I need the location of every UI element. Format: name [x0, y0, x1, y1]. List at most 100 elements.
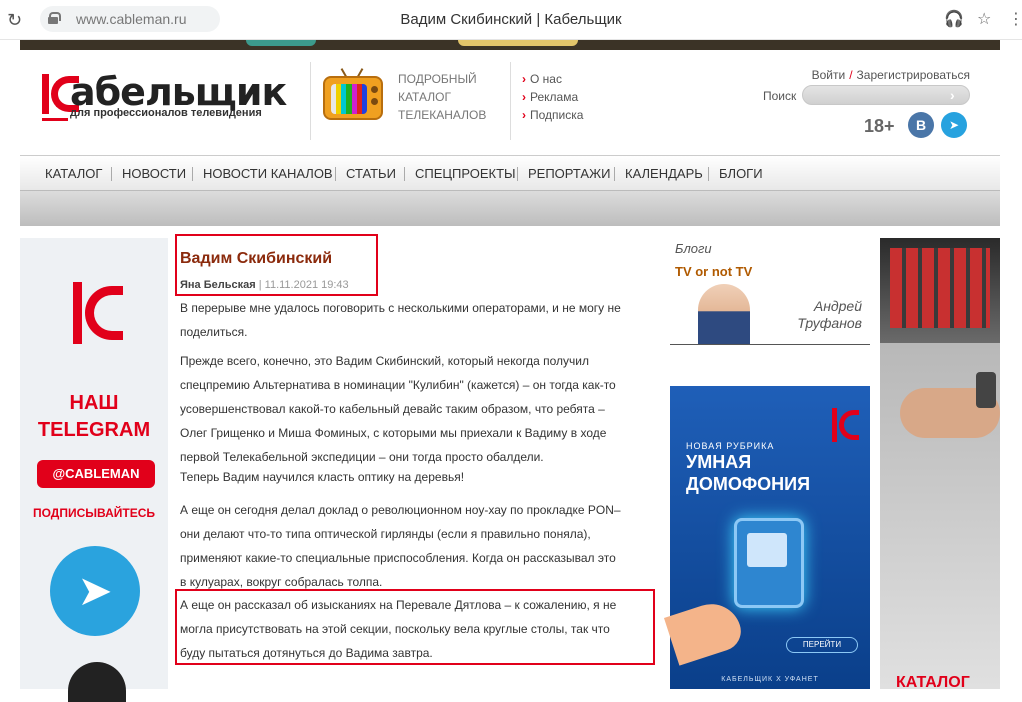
ad-heading-line: УМНАЯ — [686, 452, 752, 472]
nav-separator — [335, 167, 336, 181]
logo-k-icon[interactable] — [42, 74, 79, 114]
telegram-icon[interactable]: ➤ — [941, 112, 967, 138]
nav-separator — [404, 167, 405, 181]
arrow-right-icon: › — [522, 72, 526, 86]
logo-underline — [42, 118, 68, 121]
catalog-link[interactable]: ПОДРОБНЫЙ КАТАЛОГ ТЕЛЕКАНАЛОВ — [398, 70, 486, 124]
site-header: абельщик для профессионалов телевидения … — [20, 50, 1000, 155]
article-paragraph: В перерыве мне удалось поговорить с неск… — [180, 296, 660, 344]
browser-menu-icon[interactable]: ⋮ — [1008, 9, 1022, 28]
blogs-label: Блоги — [675, 241, 712, 256]
catalog-line: КАТАЛОГ — [398, 90, 451, 104]
nav-item-catalog[interactable]: КАТАЛОГ — [45, 166, 102, 181]
meta-separator: | — [258, 279, 262, 291]
ad-heading-line: НАШ — [69, 392, 119, 414]
top-banner-shape — [458, 40, 578, 46]
header-divider — [310, 62, 311, 140]
nav-item-channel-news[interactable]: НОВОСТИ КАНАЛОВ — [203, 166, 333, 181]
auth-links: Войти / Зарегистрироваться — [812, 68, 970, 82]
age-rating: 18+ — [864, 116, 895, 136]
telegram-icon[interactable]: ➤ — [50, 546, 140, 636]
paragraph-line: спецпремию Альтернатива в номинации "Кул… — [180, 378, 616, 392]
paragraph-line: буду пытаться дотянуться до Вадима завтр… — [180, 646, 433, 660]
nav-separator — [517, 167, 518, 181]
ad-caption: КАТАЛОГ — [896, 674, 970, 689]
nav-item-articles[interactable]: СТАТЬИ — [346, 166, 396, 181]
logo-k-icon — [832, 408, 859, 442]
blogs-widget: Блоги TV or not TV Андрей Труфанов — [670, 238, 870, 348]
tv-knob — [371, 86, 378, 93]
ad-decoration — [68, 662, 126, 702]
tv-color-bar — [361, 84, 367, 114]
search-go-icon[interactable]: › — [950, 87, 955, 103]
nav-item-special-projects[interactable]: СПЕЦПРОЕКТЫ — [415, 166, 516, 181]
nav-separator — [111, 167, 112, 181]
nav-item-blogs[interactable]: БЛОГИ — [719, 166, 763, 181]
catalog-line: ТЕЛЕКАНАЛОВ — [398, 108, 487, 122]
ad-photo-background — [880, 238, 1000, 343]
ad-heading-line: ДОМОФОНИЯ — [686, 474, 811, 494]
paragraph-line: А еще он сегодня делал доклад о революци… — [180, 503, 621, 517]
article-date: 11.11.2021 19:43 — [264, 279, 349, 291]
article-paragraph: А еще он рассказал об изысканиях на Пере… — [180, 593, 660, 665]
search-input[interactable] — [802, 85, 970, 105]
logo-k-bar — [73, 282, 82, 344]
blog-author-first-name: Андрей — [813, 298, 862, 314]
vk-icon[interactable]: В — [908, 112, 934, 138]
intercom-ad-banner[interactable]: НОВАЯ РУБРИКА УМНАЯ ДОМОФОНИЯ ПЕРЕЙТИ КА… — [663, 386, 870, 689]
nav-separator — [192, 167, 193, 181]
article-author[interactable]: Яна Бельская — [180, 279, 256, 291]
telegram-ad-banner[interactable]: НАШ TELEGRAM @CABLEMAN ПОДПИСЫВАЙТЕСЬ ➤ — [20, 238, 168, 702]
star-icon[interactable]: ☆ — [977, 9, 991, 28]
info-link-label: Реклама — [530, 90, 579, 104]
paragraph-line: усовершенствовал какой-то кабельный дева… — [180, 402, 605, 416]
article-meta: Яна Бельская | 11.11.2021 19:43 — [180, 279, 349, 291]
article-paragraph: А еще он сегодня делал доклад о революци… — [180, 498, 660, 594]
ad-go-button[interactable]: ПЕРЕЙТИ — [786, 637, 858, 653]
divider — [670, 344, 870, 345]
nav-item-calendar[interactable]: КАЛЕНДАРЬ — [625, 166, 703, 181]
ad-rubric: НОВАЯ РУБРИКА — [686, 441, 775, 451]
info-link-ads[interactable]: › Реклама — [522, 88, 583, 106]
nav-separator — [708, 167, 709, 181]
search-label: Поиск — [763, 89, 797, 103]
article-paragraph: Теперь Вадим научился класть оптику на д… — [180, 465, 660, 489]
subscribe-text: ПОДПИСЫВАЙТЕСЬ — [33, 506, 155, 520]
nav-item-news[interactable]: НОВОСТИ — [122, 166, 186, 181]
paragraph-line: Олег Грищенко и Миша Фоминых, с которыми… — [180, 426, 607, 440]
remote-control-image — [976, 372, 996, 408]
author-avatar[interactable] — [698, 284, 750, 344]
arrow-right-icon: › — [522, 108, 526, 122]
nav-separator — [614, 167, 615, 181]
logo-k-icon — [73, 282, 123, 344]
tv-body — [323, 76, 383, 120]
article: Вадим Скибинский Яна Бельская | 11.11.20… — [175, 234, 660, 689]
info-link-label: Подписка — [530, 108, 584, 122]
telegram-channel-button[interactable]: @CABLEMAN — [37, 460, 155, 488]
headphones-icon[interactable]: 🎧 — [944, 9, 964, 28]
paragraph-line: поделиться. — [180, 325, 248, 339]
top-banner-shape — [246, 40, 316, 46]
ad-footer: КАБЕЛЬЩИК Х УФАНЕТ — [721, 676, 819, 683]
tv-wall-image — [890, 248, 990, 328]
catalog-ad-banner[interactable]: КАТАЛОГ — [880, 238, 1000, 689]
header-shadow-band — [20, 191, 1000, 226]
tv-icon[interactable] — [323, 68, 383, 120]
blog-title-link[interactable]: TV or not TV — [675, 264, 752, 279]
article-title: Вадим Скибинский — [180, 250, 333, 267]
logo-k-bar — [42, 74, 49, 114]
arrow-right-icon: › — [522, 90, 526, 104]
info-link-about[interactable]: › О нас — [522, 70, 583, 88]
register-link[interactable]: Зарегистрироваться — [857, 68, 970, 82]
pointing-hand-image — [663, 596, 747, 666]
tv-knob — [371, 98, 378, 105]
login-link[interactable]: Войти — [812, 68, 846, 82]
auth-separator: / — [849, 68, 853, 82]
paragraph-line: В перерыве мне удалось поговорить с неск… — [180, 301, 621, 315]
top-banner[interactable] — [20, 40, 1000, 50]
catalog-line: ПОДРОБНЫЙ — [398, 72, 477, 86]
page-tab-title: Вадим Скибинский | Кабельщик — [400, 11, 622, 28]
info-link-subscribe[interactable]: › Подписка — [522, 106, 583, 124]
paragraph-line: они делают что-то типа оптической гирлян… — [180, 527, 591, 541]
nav-item-reports[interactable]: РЕПОРТАЖИ — [528, 166, 610, 181]
